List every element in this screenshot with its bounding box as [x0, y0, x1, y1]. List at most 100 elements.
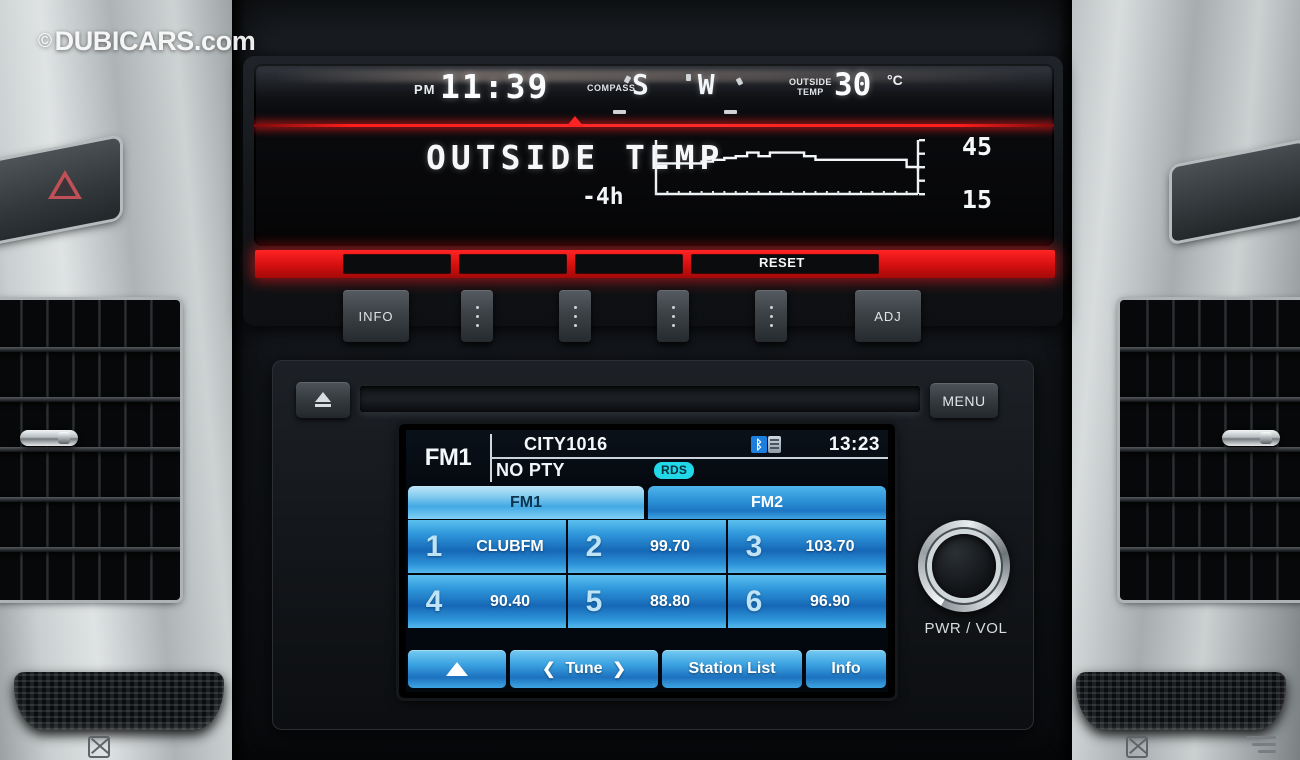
station-list-button[interactable]: Station List [662, 650, 802, 688]
outside-temp-label: OUTSIDE TEMP [789, 77, 832, 97]
compass-pointer-icon [566, 116, 584, 127]
info-button-label: INFO [358, 308, 394, 324]
preset-button-1[interactable]: 1 CLUBFM [408, 520, 566, 573]
chart-xtick [814, 191, 817, 193]
preset-button-3[interactable]: 3 103.70 [728, 520, 886, 573]
chart-xtick [837, 191, 840, 195]
seat-heater-icon-left [88, 736, 110, 758]
temp-history-svg [654, 139, 925, 196]
softkey-slot-2[interactable] [459, 254, 567, 274]
tune-button[interactable]: ❮ Tune ❯ [510, 650, 658, 688]
volume-knob-ring[interactable] [918, 520, 1010, 612]
chart-xtick [700, 191, 703, 195]
tab-fm1-label: FM1 [510, 493, 542, 511]
compass-heading: S W [632, 68, 731, 101]
chart-xtick [677, 191, 680, 193]
chart-axis-frame [654, 140, 920, 196]
compass-tick-right [724, 110, 737, 114]
outside-temp-unit: °C [887, 72, 903, 88]
info-soft-button[interactable]: Info [806, 650, 886, 688]
scroll-up-button[interactable] [408, 650, 506, 688]
volume-knob-face[interactable] [932, 534, 996, 598]
temp-history-chart: -4h 45 15 [582, 132, 992, 214]
chevron-right-icon[interactable]: ❯ [613, 659, 626, 679]
preset-number: 3 [745, 529, 763, 563]
preset-number: 1 [425, 529, 443, 563]
info-display-screen: PM 11:39 COMPASS S W OUTSIDE TEMP 30 °C … [254, 64, 1054, 246]
air-vent-right[interactable] [1120, 300, 1300, 600]
radio-clock: 13:23 [828, 434, 880, 455]
adj-button[interactable]: ADJ [855, 290, 921, 342]
chart-xlabel: -4h [582, 184, 624, 210]
radio-touchscreen[interactable]: FM1 CITY1016 NO PTY ᛒ 13:23 RDS FM1 FM2 [406, 430, 888, 692]
tab-fm2[interactable]: FM2 [648, 486, 886, 519]
softkey-button-4[interactable] [755, 290, 787, 342]
tab-fm1[interactable]: FM1 [408, 486, 644, 519]
chart-xtick [848, 191, 851, 193]
info-button[interactable]: INFO [343, 290, 409, 342]
current-band-indicator: FM1 [424, 444, 472, 471]
chart-xtick [655, 191, 657, 195]
chevron-left-icon[interactable]: ❮ [542, 659, 555, 679]
compass-tick-n [686, 74, 691, 81]
chart-xtick [734, 191, 737, 193]
info-button-row: INFO ADJ [255, 290, 1055, 346]
chart-xtick [860, 191, 863, 193]
vent-slat [1120, 397, 1300, 402]
power-volume-control[interactable]: PWR / VOL [918, 520, 1014, 650]
compass-tick-left [613, 110, 626, 114]
chart-xtick [666, 191, 669, 193]
vent-slat [0, 547, 180, 552]
preset-button-2[interactable]: 2 99.70 [568, 520, 726, 573]
menu-button-label: MENU [942, 392, 986, 409]
vent-slat [1120, 347, 1300, 352]
chart-xtick [723, 191, 726, 193]
softkey-button-3[interactable] [657, 290, 689, 342]
vent-knob-right[interactable] [1222, 430, 1280, 446]
airflow-lines-icon [1242, 734, 1276, 756]
display-divider-line [254, 124, 1054, 127]
cd-slot[interactable] [360, 386, 920, 412]
chart-ytick [919, 139, 925, 142]
outside-temp-value: 30 [834, 67, 872, 103]
eject-icon [315, 392, 331, 407]
vent-slat [0, 347, 180, 352]
touchscreen-bezel: FM1 CITY1016 NO PTY ᛒ 13:23 RDS FM1 FM2 [399, 424, 895, 698]
preset-button-4[interactable]: 4 90.40 [408, 575, 566, 628]
preset-button-5[interactable]: 5 88.80 [568, 575, 726, 628]
power-volume-label: PWR / VOL [924, 620, 1008, 637]
preset-value: 90.40 [489, 592, 531, 610]
softkey-red-bar: RESET [255, 250, 1055, 278]
status-bar: FM1 CITY1016 NO PTY ᛒ 13:23 RDS [406, 430, 888, 484]
vent-knob-left[interactable] [20, 430, 78, 446]
softkey-button-2[interactable] [559, 290, 591, 342]
chart-xtick [791, 191, 794, 195]
chart-ytick-low: 15 [961, 185, 992, 214]
speaker-grille-right [1076, 672, 1286, 730]
softkey-slot-3[interactable] [575, 254, 683, 274]
dashboard-screenshot: PM 11:39 COMPASS S W OUTSIDE TEMP 30 °C … [0, 0, 1300, 760]
hazard-triangle-icon [48, 170, 82, 199]
softkey-button-1[interactable] [461, 290, 493, 342]
chart-xtick [917, 191, 919, 193]
vent-slat [1120, 447, 1300, 452]
dots-icon [769, 305, 773, 327]
air-vent-left[interactable] [0, 300, 180, 600]
eject-button[interactable] [296, 382, 350, 418]
chart-ytick [919, 152, 925, 155]
vent-slat [0, 447, 180, 452]
preset-number: 6 [745, 584, 763, 618]
preset-button-6[interactable]: 6 96.90 [728, 575, 886, 628]
watermark: © DUBICARS.com [38, 26, 256, 57]
preset-value: 96.90 [809, 592, 851, 610]
meridiem-label: PM [414, 82, 436, 97]
chart-xtick [905, 191, 908, 193]
preset-value: CLUBFM [476, 537, 544, 555]
softkey-slot-1[interactable] [343, 254, 451, 274]
preset-value: 99.70 [649, 537, 691, 555]
menu-button[interactable]: MENU [930, 383, 998, 418]
dots-icon [475, 305, 479, 327]
chart-ytick [919, 166, 925, 169]
chart-xtick [871, 191, 874, 193]
preset-value: 103.70 [805, 537, 855, 555]
